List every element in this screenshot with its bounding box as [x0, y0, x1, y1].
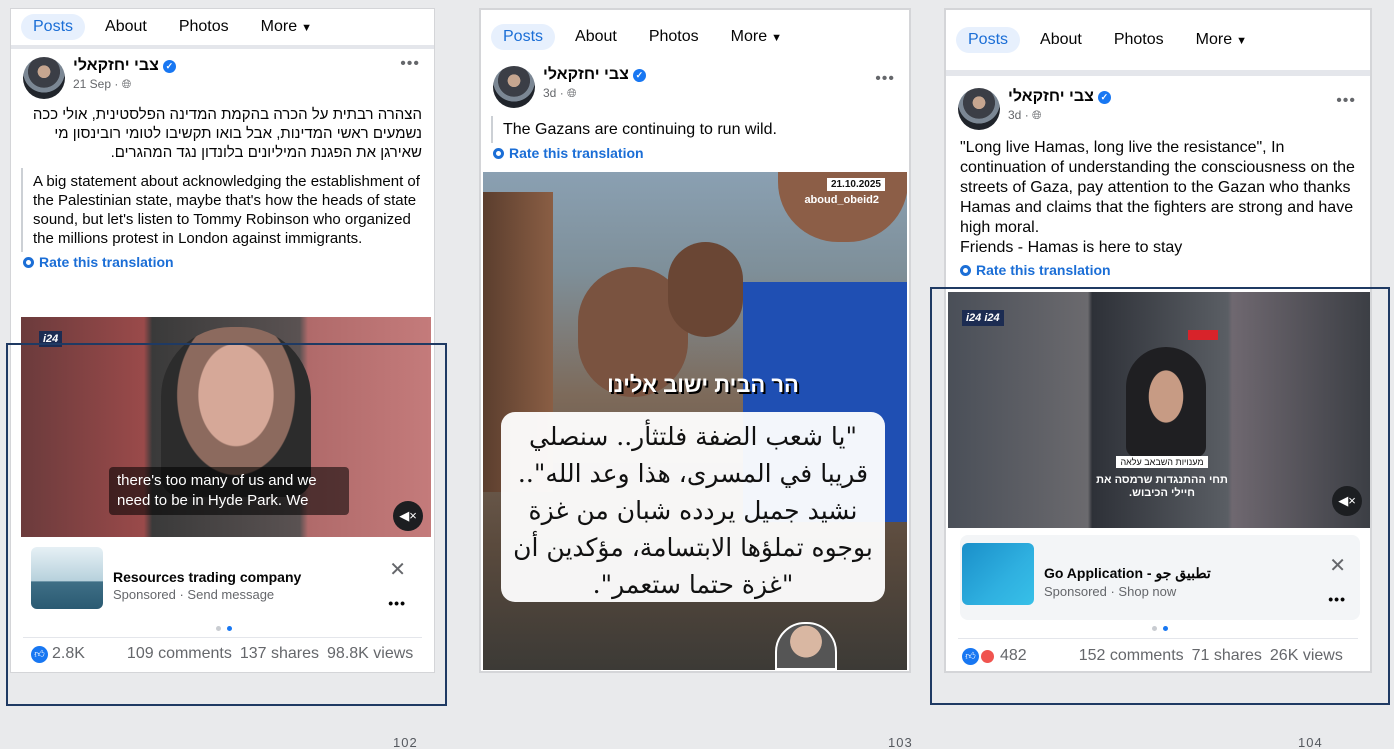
tab-more-label: More [1195, 31, 1233, 48]
tab-more-label: More [730, 28, 768, 45]
settings-icon [960, 265, 971, 276]
post-meta: 3d · 🌐︎ [1008, 108, 1042, 122]
author-name-text: צבי יחזקאלי [543, 66, 629, 83]
chevron-down-icon: ▼ [301, 22, 312, 34]
post-text-original: הצהרה רבתית על הכרה בהקמת המדינה הפלסטינ… [32, 106, 422, 161]
avatar[interactable] [958, 88, 1000, 130]
post-time[interactable]: 3d [1008, 108, 1021, 122]
post-header: ✓ צבי יחזקאלי 3d · 🌐︎ ••• [481, 64, 909, 112]
author-name-text: צבי יחזקאלי [73, 57, 159, 74]
page-number: 103 [888, 735, 913, 749]
author-name[interactable]: ✓ צבי יחזקאלי [1008, 88, 1111, 106]
avatar[interactable] [493, 66, 535, 108]
more-options-icon[interactable]: ••• [875, 70, 895, 88]
author-name-text: צבי יחזקאלי [1008, 88, 1094, 105]
chevron-down-icon: ▼ [771, 32, 782, 44]
settings-icon [493, 148, 504, 159]
arabic-quote-box: "يا شعب الضفة فلتثأر.. سنصلي قريبا في ال… [501, 412, 885, 602]
rate-translation-label: Rate this translation [976, 262, 1111, 278]
rate-translation-link[interactable]: Rate this translation [11, 252, 434, 276]
verified-badge-icon: ✓ [632, 68, 646, 82]
globe-icon: 🌐︎ [1032, 108, 1042, 122]
post-header: ✓ צבי יחזקאלי 3d · 🌐︎ ••• [946, 76, 1370, 134]
profile-tabs: Posts About Photos More ▼ [946, 10, 1370, 70]
post-header: ✓ צבי יחזקאלי 21 Sep · 🌐︎ ••• [11, 49, 434, 103]
tab-photos[interactable]: Photos [167, 14, 241, 40]
tab-posts[interactable]: Posts [491, 24, 556, 50]
tab-more-label: More [260, 18, 298, 35]
post-translation: A big statement about acknowledging the … [21, 168, 434, 252]
tab-about[interactable]: About [563, 24, 629, 50]
post-translation: The Gazans are continuing to run wild. [491, 116, 909, 143]
rate-translation-link[interactable]: Rate this translation [946, 260, 1370, 284]
tab-posts[interactable]: Posts [956, 27, 1021, 53]
tab-photos[interactable]: Photos [637, 24, 711, 50]
tab-about[interactable]: About [93, 14, 159, 40]
profile-tabs: Posts About Photos More ▼ [11, 9, 434, 45]
hebrew-banner: הר הבית ישוב אלינו [607, 372, 799, 397]
post-time[interactable]: 21 Sep [73, 77, 111, 91]
tab-about[interactable]: About [1028, 27, 1094, 53]
highlight-box-3 [930, 287, 1390, 705]
settings-icon [23, 257, 34, 268]
tab-photos[interactable]: Photos [1102, 27, 1176, 53]
author-name[interactable]: ✓ צבי יחזקאלי [543, 66, 646, 84]
profile-tabs: Posts About Photos More ▼ [481, 10, 909, 64]
highlight-box-1 [6, 343, 447, 706]
tab-more[interactable]: More ▼ [1184, 27, 1259, 53]
page-number: 104 [1298, 735, 1323, 749]
date-stamp: 21.10.2025 [826, 178, 885, 191]
avatar[interactable] [23, 57, 65, 99]
author-name[interactable]: ✓ צבי יחזקאלי [73, 57, 176, 75]
tab-more[interactable]: More ▼ [249, 14, 324, 40]
verified-badge-icon: ✓ [1097, 90, 1111, 104]
chevron-down-icon: ▼ [1236, 35, 1247, 47]
handle-watermark: aboud_obeid2 [804, 194, 879, 206]
globe-icon: 🌐︎ [567, 86, 577, 100]
more-options-icon[interactable]: ••• [400, 55, 420, 73]
rate-translation-label: Rate this translation [509, 145, 644, 161]
more-options-icon[interactable]: ••• [1336, 92, 1356, 110]
post-meta: 21 Sep · 🌐︎ [73, 77, 132, 91]
tab-posts[interactable]: Posts [21, 14, 86, 40]
globe-icon: 🌐︎ [121, 77, 132, 91]
page-number: 102 [393, 735, 418, 749]
rate-translation-link[interactable]: Rate this translation [481, 143, 909, 167]
image-person-2 [668, 242, 743, 337]
post-meta: 3d · 🌐︎ [543, 86, 577, 100]
post-translation: "Long live Hamas, long live the resistan… [960, 139, 1355, 256]
post-image[interactable]: 21.10.2025 aboud_obeid2 הר הבית ישוב אלי… [483, 172, 907, 670]
rate-translation-label: Rate this translation [39, 254, 174, 270]
inset-portrait [775, 622, 837, 670]
post-time[interactable]: 3d [543, 86, 556, 100]
post-card-2: Posts About Photos More ▼ ✓ צבי יחזקאלי 3… [479, 8, 911, 673]
tab-more[interactable]: More ▼ [719, 24, 794, 50]
verified-badge-icon: ✓ [162, 59, 176, 73]
